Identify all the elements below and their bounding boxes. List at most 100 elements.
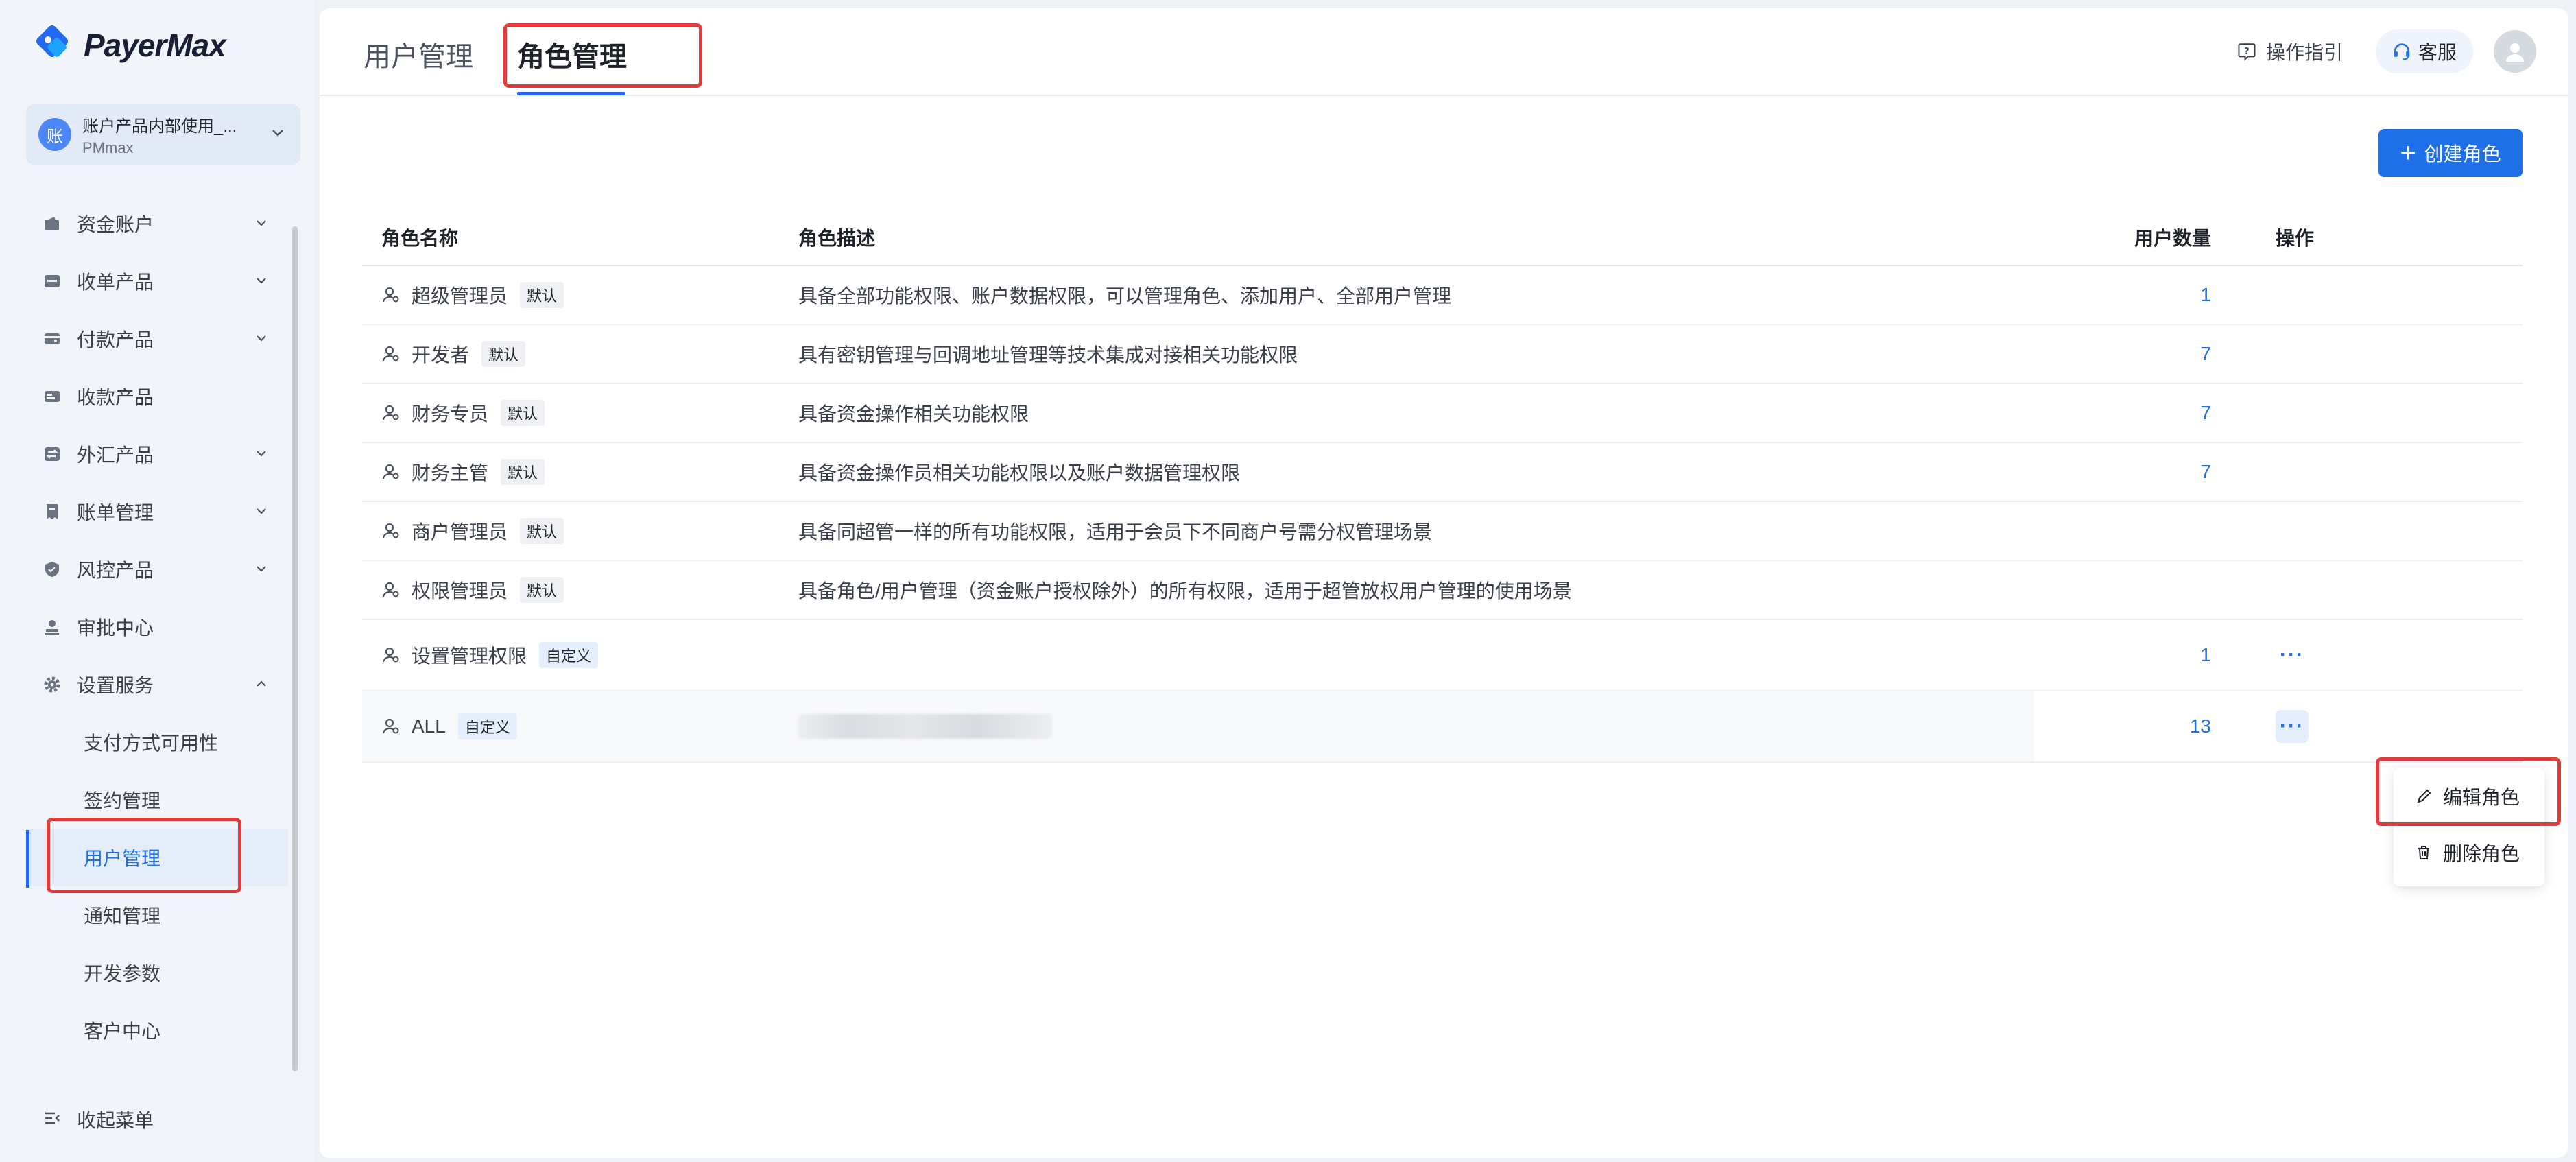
sidebar-item-fx[interactable]: 外汇产品 — [26, 425, 288, 483]
user-icon — [381, 285, 401, 305]
role-name: 财务专员 — [412, 403, 489, 425]
user-icon — [381, 462, 401, 482]
chevron-down-icon — [254, 331, 269, 349]
plus-icon: + — [2400, 138, 2416, 168]
sidebar-item-acquiring[interactable]: 收单产品 — [26, 252, 288, 310]
chevron-up-icon — [254, 676, 269, 695]
blurred-description — [798, 714, 1052, 739]
collapse-menu-button[interactable]: 收起菜单 — [43, 1106, 154, 1133]
chevron-down-icon — [254, 446, 269, 464]
sidebar-item-settings[interactable]: 设置服务 — [26, 656, 288, 713]
role-tag: 默认 — [481, 341, 526, 367]
account-avatar: 账 — [38, 118, 71, 151]
collapse-icon — [43, 1108, 62, 1131]
role-table: 角色名称 角色描述 用户数量 操作 超级管理员 默认 具备全部功能权限、账户数据权… — [362, 210, 2523, 763]
tab-user-management[interactable]: 用户管理 — [363, 34, 473, 74]
role-tag: 自定义 — [457, 713, 517, 739]
svg-text:?: ? — [2244, 47, 2250, 57]
user-count-link[interactable]: 13 — [2034, 715, 2211, 737]
chevron-down-icon — [254, 503, 269, 522]
wallet-icon — [43, 214, 62, 233]
role-name: ALL — [412, 715, 446, 737]
more-actions-button[interactable]: ··· — [2276, 639, 2309, 672]
gear-icon — [43, 675, 62, 694]
role-tag: 默认 — [520, 577, 564, 603]
role-tag: 默认 — [520, 518, 564, 544]
role-name: 超级管理员 — [412, 285, 508, 307]
highlight-box-edit-role — [2376, 757, 2561, 826]
main-panel: 用户管理 角色管理 ? 操作指引 客服 + 创建角色 角色名称 角色描述 用户数… — [320, 8, 2568, 1158]
exchange-icon — [43, 444, 62, 464]
guide-label: 操作指引 — [2265, 42, 2343, 63]
shield-icon — [43, 560, 62, 579]
sidebar-menu: 资金账户 收单产品 付款产品 收款产品 外汇产品 账单管理 风控产品 审批中心 … — [26, 195, 288, 1059]
user-icon — [381, 717, 401, 736]
highlight-box-user-management — [47, 818, 241, 893]
table-row: 财务主管 默认 具备资金操作员相关功能权限以及账户数据管理权限 7 — [362, 443, 2523, 502]
trash-icon — [2414, 843, 2433, 862]
table-row: 开发者 默认 具有密钥管理与回调地址管理等技术集成对接相关功能权限 7 — [362, 325, 2523, 384]
brand-name: PayerMax — [84, 27, 226, 63]
user-icon — [381, 645, 401, 665]
col-header-count: 用户数量 — [2134, 228, 2211, 249]
brand-logo[interactable]: PayerMax — [32, 19, 226, 71]
role-name: 开发者 — [412, 344, 470, 366]
col-header-name: 角色名称 — [381, 228, 459, 249]
col-header-desc: 角色描述 — [798, 228, 876, 249]
role-tag: 默认 — [520, 282, 564, 308]
role-name: 财务主管 — [412, 462, 489, 484]
user-icon — [381, 403, 401, 423]
sidebar-item-bills[interactable]: 账单管理 — [26, 483, 288, 541]
user-count-link[interactable]: 7 — [2034, 343, 2211, 365]
role-desc: 具备同超管一样的所有功能权限，适用于会员下不同商户号需分权管理场景 — [798, 521, 1433, 543]
sidebar-item-risk[interactable]: 风控产品 — [26, 541, 288, 598]
sidebar-item-payout[interactable]: 付款产品 — [26, 310, 288, 368]
delete-role-menu-item[interactable]: 删除角色 — [2394, 825, 2544, 881]
guide-button[interactable]: ? 操作指引 — [2237, 38, 2343, 65]
customer-service-button[interactable]: 客服 — [2375, 29, 2473, 73]
chevron-down-icon — [270, 125, 285, 143]
create-role-button[interactable]: + 创建角色 — [2378, 129, 2523, 177]
sidebar-subitem-customer-center[interactable]: 客户中心 — [26, 1001, 288, 1059]
role-desc: 具备资金操作员相关功能权限以及账户数据管理权限 — [798, 462, 1241, 484]
table-row: 权限管理员 默认 具备角色/用户管理（资金账户授权除外）的所有权限，适用于超管放权… — [362, 561, 2523, 620]
table-row: 财务专员 默认 具备资金操作相关功能权限 7 — [362, 384, 2523, 443]
sidebar-item-approval[interactable]: 审批中心 — [26, 598, 288, 656]
role-desc: 具备全部功能权限、账户数据权限，可以管理角色、添加用户、全部用户管理 — [798, 285, 1452, 307]
role-name: 权限管理员 — [412, 580, 508, 602]
role-name: 设置管理权限 — [412, 645, 527, 667]
payout-icon — [43, 329, 62, 348]
chevron-down-icon — [254, 561, 269, 580]
payermax-logo-icon — [32, 25, 73, 66]
sidebar-scrollbar-thumb[interactable] — [292, 226, 298, 1071]
chevron-down-icon — [254, 215, 269, 234]
headset-icon — [2392, 42, 2411, 61]
sidebar-subitem-payment-availability[interactable]: 支付方式可用性 — [26, 713, 288, 771]
sidebar-item-receive[interactable]: 收款产品 — [26, 368, 288, 425]
active-indicator — [26, 830, 29, 888]
more-actions-button[interactable]: ··· — [2276, 710, 2309, 743]
account-switcher[interactable]: 账 账户产品内部使用_... PMmax — [26, 104, 300, 165]
role-tag: 默认 — [501, 459, 545, 485]
service-label: 客服 — [2418, 42, 2457, 63]
sidebar-subitem-dev-params[interactable]: 开发参数 — [26, 944, 288, 1001]
role-tag: 默认 — [501, 400, 545, 426]
user-avatar[interactable] — [2494, 30, 2536, 73]
user-count-link[interactable]: 1 — [2034, 644, 2211, 666]
table-row: 设置管理权限 自定义 1 ··· — [362, 620, 2523, 691]
chevron-down-icon — [254, 273, 269, 292]
help-icon: ? — [2237, 42, 2256, 61]
user-count-link[interactable]: 7 — [2034, 461, 2211, 483]
table-row: ALL 自定义 13 ··· — [362, 691, 2523, 763]
user-icon — [381, 521, 401, 541]
user-count-link[interactable]: 7 — [2034, 402, 2211, 424]
sidebar-subitem-notification[interactable]: 通知管理 — [26, 886, 288, 944]
role-name: 商户管理员 — [412, 521, 508, 543]
user-count-link[interactable]: 1 — [2034, 284, 2211, 306]
role-desc: 具备资金操作相关功能权限 — [798, 403, 1029, 425]
role-desc: 具有密钥管理与回调地址管理等技术集成对接相关功能权限 — [798, 344, 1298, 366]
col-header-ops: 操作 — [2276, 228, 2315, 249]
table-row: 商户管理员 默认 具备同超管一样的所有功能权限，适用于会员下不同商户号需分权管理场… — [362, 502, 2523, 561]
sidebar-item-funds-account[interactable]: 资金账户 — [26, 195, 288, 252]
receive-icon — [43, 387, 62, 406]
